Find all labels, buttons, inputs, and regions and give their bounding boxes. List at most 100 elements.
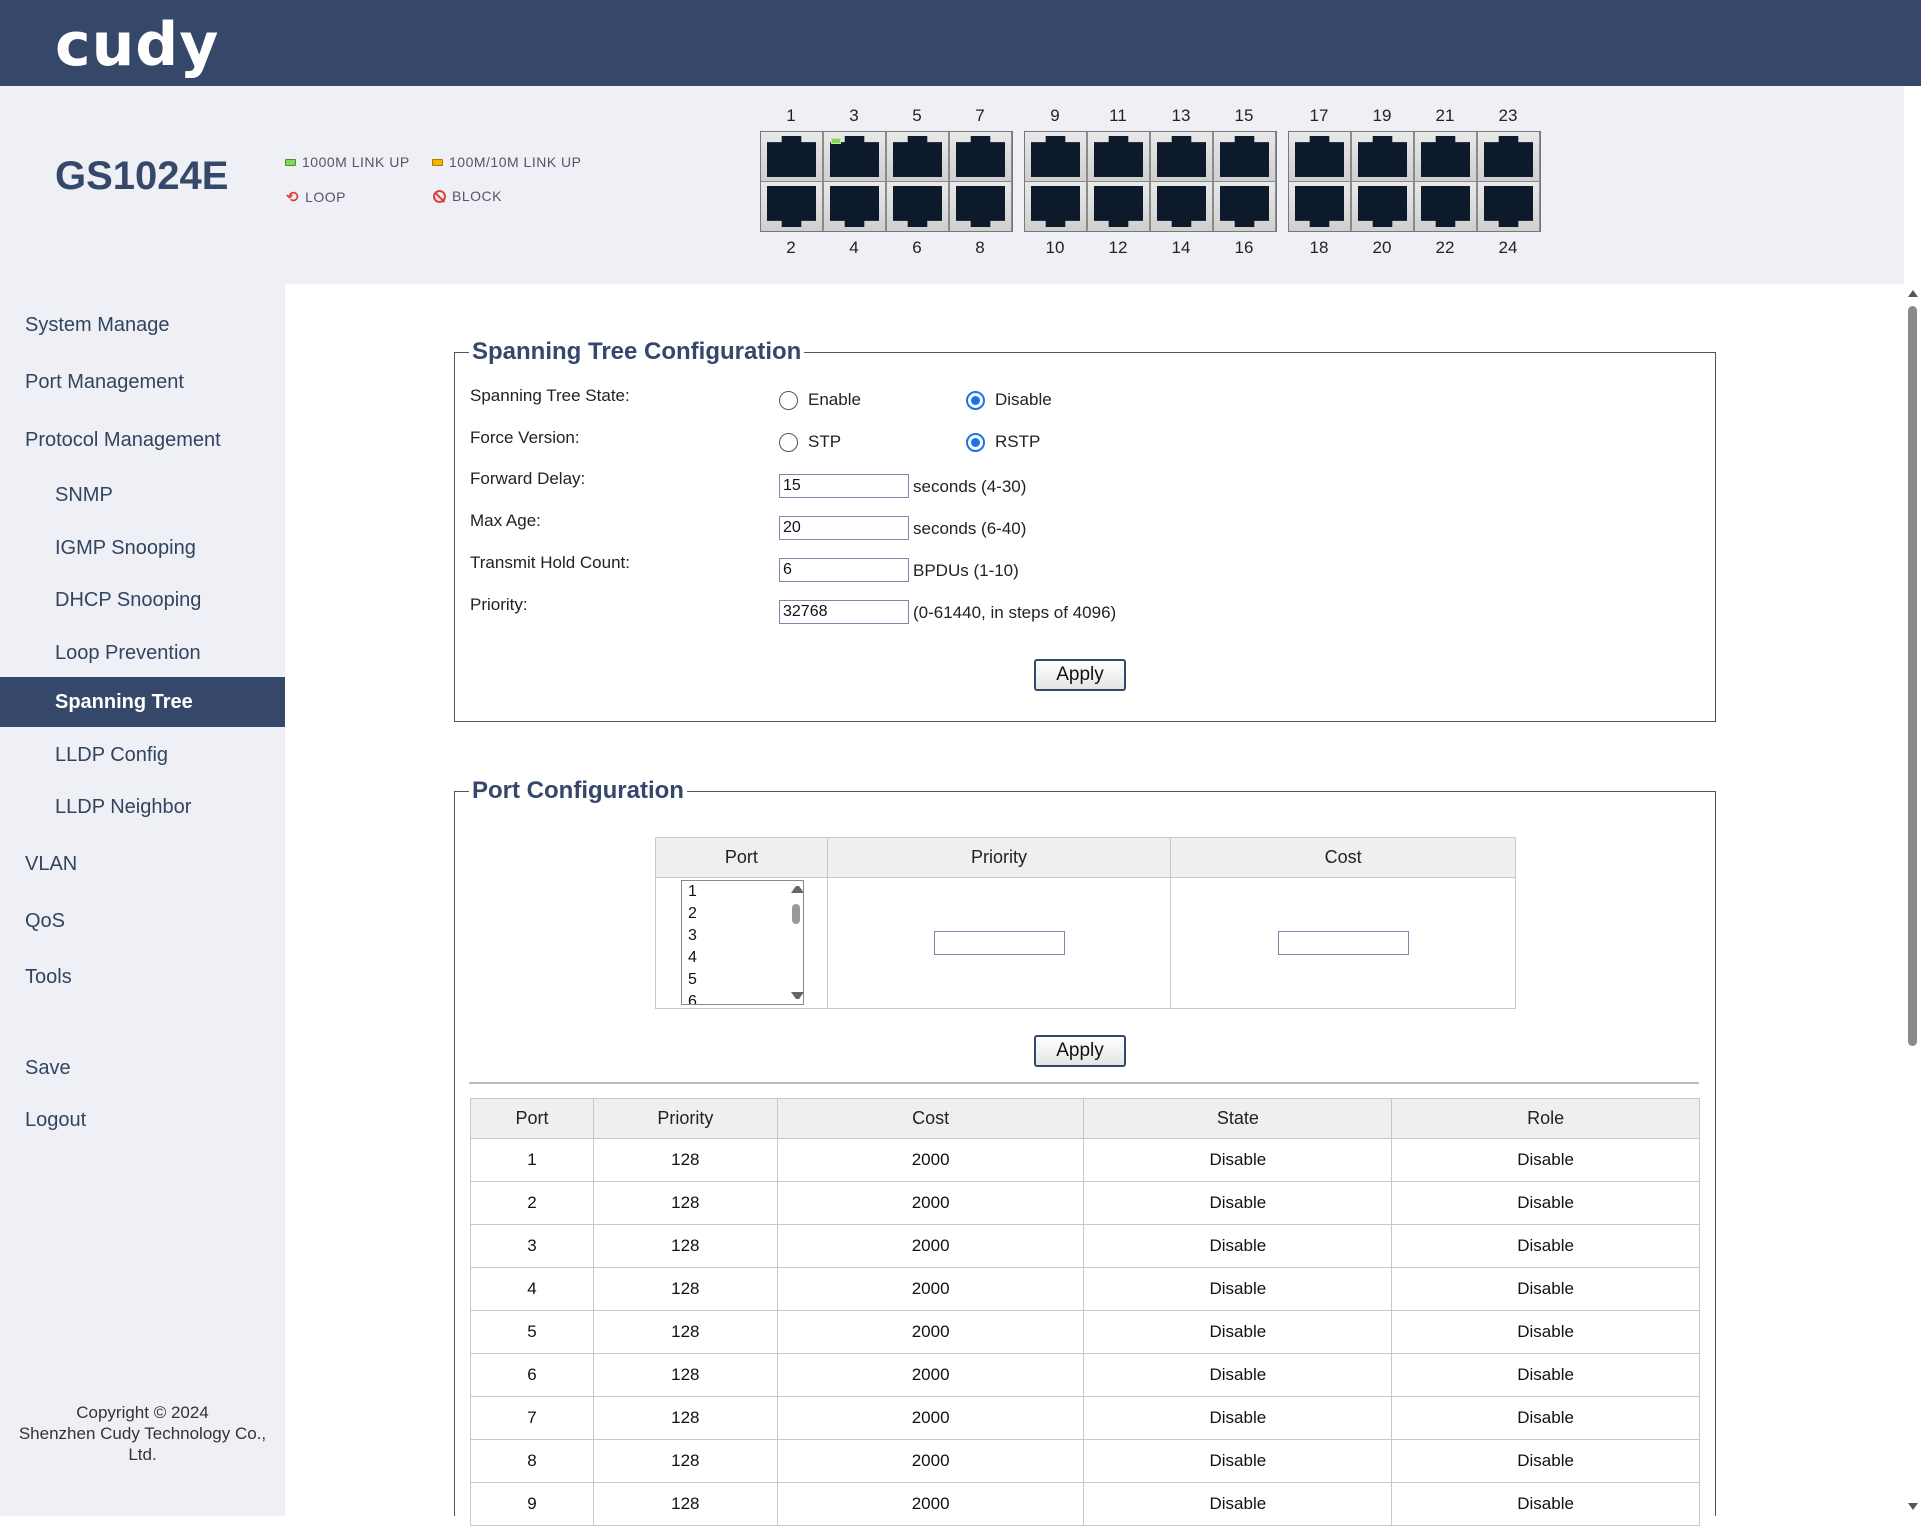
port-option[interactable]: 2 (685, 903, 803, 925)
port-option[interactable]: 6 (685, 991, 803, 1004)
port-9-icon[interactable] (1025, 132, 1086, 181)
port-number-label: 11 (1109, 106, 1127, 125)
port-13-icon[interactable] (1151, 132, 1212, 181)
sidebar-item-loop-prevention[interactable]: Loop Prevention (0, 628, 285, 678)
port-number-label: 17 (1309, 106, 1329, 125)
table-row: 5 128 2000 Disable Disable (470, 1310, 1700, 1354)
listbox-scrollbar[interactable] (789, 882, 803, 1003)
sidebar-item-lldp-neighbor[interactable]: LLDP Neighbor (0, 782, 285, 832)
sidebar-item-qos[interactable]: QoS (0, 896, 285, 946)
version-rstp-radio[interactable]: RSTP (966, 432, 1040, 452)
sidebar-item-dhcp-snooping[interactable]: DHCP Snooping (0, 575, 285, 625)
port-11-icon[interactable] (1088, 132, 1149, 181)
cell-priority: 128 (592, 1310, 778, 1354)
priority-unit: (0-61440, in steps of 4096) (913, 603, 1117, 622)
port-21-icon[interactable] (1415, 132, 1476, 181)
cell-cost: 2000 (776, 1224, 1085, 1268)
cell-port: 5 (470, 1310, 594, 1354)
cell-cost: 2000 (776, 1138, 1085, 1182)
forward-delay-input[interactable] (779, 474, 909, 498)
port-3-icon[interactable] (824, 132, 885, 181)
port-option[interactable]: 4 (685, 947, 803, 969)
stp-state-disable-radio[interactable]: Disable (966, 390, 1052, 410)
port-number-label: 2 (786, 238, 796, 257)
scroll-down-arrow-icon[interactable] (1908, 1503, 1918, 1510)
port-22-icon[interactable] (1415, 182, 1476, 231)
sidebar-item-save[interactable]: Save (0, 1043, 285, 1093)
cell-port: 9 (470, 1482, 594, 1526)
cell-priority: 128 (592, 1267, 778, 1311)
port-number-label: 6 (912, 238, 922, 257)
scroll-thumb[interactable] (1908, 306, 1917, 1046)
port-7-icon[interactable] (950, 132, 1011, 181)
radio-icon[interactable] (966, 390, 985, 410)
port-23-icon[interactable] (1478, 132, 1539, 181)
port-24-icon[interactable] (1478, 182, 1539, 231)
priority-input[interactable] (779, 600, 909, 624)
port-5-icon[interactable] (887, 132, 948, 181)
port-14-icon[interactable] (1151, 182, 1212, 231)
port-priority-input[interactable] (933, 931, 1065, 955)
port-number-label: 12 (1108, 238, 1128, 257)
status-header-priority: Priority (592, 1098, 778, 1139)
sidebar-item-port-management[interactable]: Port Management (0, 357, 285, 407)
port-cost-input[interactable] (1277, 931, 1409, 955)
cudy-logo: cudy (55, 10, 220, 80)
port-4-icon[interactable] (824, 182, 885, 231)
port-2-icon[interactable] (761, 182, 822, 231)
scroll-up-arrow-icon[interactable] (1908, 290, 1918, 297)
listbox-scroll-thumb[interactable] (792, 904, 800, 924)
radio-icon[interactable] (779, 390, 798, 410)
sidebar-item-lldp-config[interactable]: LLDP Config (0, 730, 285, 780)
port-8-icon[interactable] (950, 182, 1011, 231)
table-row: 9 128 2000 Disable Disable (470, 1482, 1700, 1526)
sidebar-item-logout[interactable]: Logout (0, 1095, 285, 1145)
loop-icon: ⟲ (286, 189, 300, 206)
cell-role: Disable (1391, 1439, 1700, 1483)
port-12-icon[interactable] (1088, 182, 1149, 231)
radio-icon[interactable] (779, 432, 798, 452)
sidebar-item-tools[interactable]: Tools (0, 952, 285, 1002)
port-19-icon[interactable] (1352, 132, 1413, 181)
port-config-apply-button[interactable]: Apply (1034, 1035, 1126, 1067)
port-15-icon[interactable] (1214, 132, 1275, 181)
port-option[interactable]: 5 (685, 969, 803, 991)
hold-count-unit: BPDUs (1-10) (913, 561, 1019, 580)
listbox-up-arrow-icon[interactable] (791, 886, 803, 893)
sidebar-item-igmp-snooping[interactable]: IGMP Snooping (0, 523, 285, 573)
port-1-icon[interactable] (761, 132, 822, 181)
stp-state-enable-radio[interactable]: Enable (779, 390, 861, 410)
port-option[interactable]: 1 (685, 881, 803, 903)
radio-icon[interactable] (966, 432, 985, 452)
sidebar-item-spanning-tree[interactable]: Spanning Tree (0, 677, 285, 727)
port-6-icon[interactable] (887, 182, 948, 231)
max-age-input[interactable] (779, 516, 909, 540)
port-listbox[interactable]: 123456 (681, 880, 804, 1005)
cell-state: Disable (1083, 1482, 1393, 1526)
port-16-icon[interactable] (1214, 182, 1275, 231)
port-18-icon[interactable] (1289, 182, 1350, 231)
page-scrollbar[interactable] (1904, 284, 1921, 1516)
hold-count-input[interactable] (779, 558, 909, 582)
cell-cost: 2000 (776, 1181, 1085, 1225)
table-row: 2 128 2000 Disable Disable (470, 1181, 1700, 1225)
port-17-icon[interactable] (1289, 132, 1350, 181)
port-10-icon[interactable] (1025, 182, 1086, 231)
stp-apply-button[interactable]: Apply (1034, 659, 1126, 691)
port-group (1288, 131, 1541, 232)
cell-cost: 2000 (776, 1482, 1085, 1526)
sidebar-item-vlan[interactable]: VLAN (0, 839, 285, 889)
port-20-icon[interactable] (1352, 182, 1413, 231)
port-number-label: 13 (1171, 106, 1191, 125)
cell-port: 3 (470, 1224, 594, 1268)
sidebar-item-system-manage[interactable]: System Manage (0, 300, 285, 350)
port-status-rows: 1 128 2000 Disable Disable 2 128 2000 Disable Dis… (470, 1138, 1700, 1526)
version-stp-radio[interactable]: STP (779, 432, 841, 452)
legend-loop: ⟲ LOOP (286, 189, 346, 206)
port-number-label: 7 (975, 106, 985, 125)
sidebar-item-snmp[interactable]: SNMP (0, 470, 285, 520)
sidebar-item-protocol-management[interactable]: Protocol Management (0, 415, 285, 465)
port-config-header-priority: Priority (826, 837, 1172, 878)
port-option[interactable]: 3 (685, 925, 803, 947)
listbox-down-arrow-icon[interactable] (791, 992, 803, 999)
